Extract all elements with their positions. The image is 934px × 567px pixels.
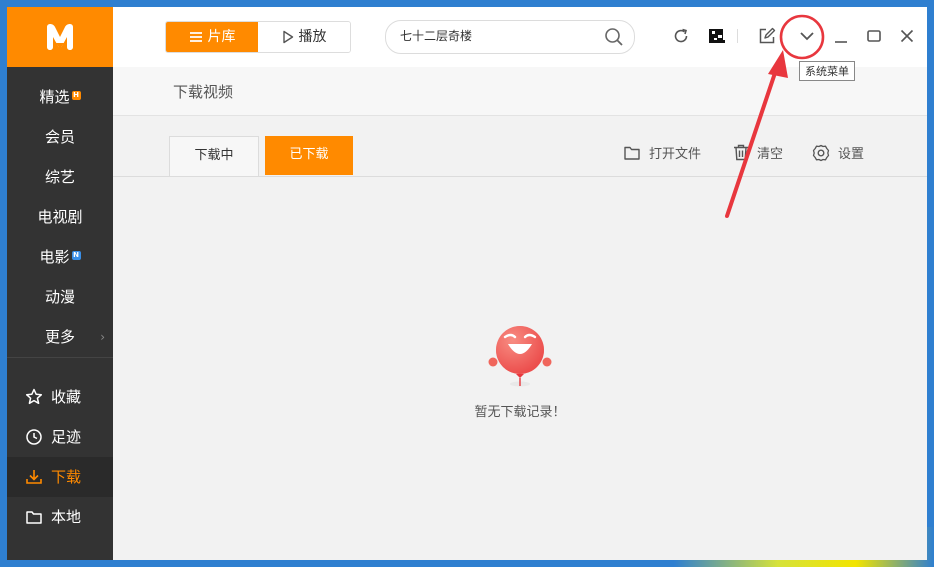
nav-item-tv[interactable]: 电视剧 xyxy=(7,197,113,237)
folder-icon xyxy=(624,146,640,160)
page-title: 下载视频 xyxy=(173,83,234,101)
new-badge: N xyxy=(71,251,81,260)
nav-item-local[interactable]: 本地 xyxy=(7,497,113,537)
avatar-icon[interactable] xyxy=(707,26,727,46)
play-button[interactable]: 播放 xyxy=(258,22,350,52)
trash-icon xyxy=(734,144,748,161)
toolbar-divider xyxy=(737,29,738,43)
open-file-button[interactable]: 打开文件 xyxy=(623,143,701,162)
edit-icon[interactable] xyxy=(758,27,776,45)
nav-item-label: 电影 xyxy=(39,248,70,266)
minimize-icon[interactable] xyxy=(833,27,849,45)
nav-item-label: 精选 xyxy=(39,88,70,106)
search-icon[interactable] xyxy=(604,27,624,47)
nav-item-label: 本地 xyxy=(51,508,82,526)
nav-item-label: 动漫 xyxy=(44,288,75,306)
hot-badge: H xyxy=(71,91,81,100)
nav-item-label: 更多 xyxy=(44,328,75,346)
nav-item-anime[interactable]: 动漫 xyxy=(7,277,113,317)
chevron-right-icon: › xyxy=(100,330,105,344)
app-window: 精选 H 会员 综艺 电视剧 电影 N 动漫 更多 › 收藏 足迹 下载 本地 … xyxy=(7,7,927,560)
play-label: 播放 xyxy=(298,29,327,45)
title-bar: 片库 播放 系统菜单 xyxy=(113,7,927,81)
play-icon xyxy=(282,30,293,44)
download-icon xyxy=(26,470,42,484)
nav-item-vip[interactable]: 会员 xyxy=(7,117,113,157)
nav-item-label: 会员 xyxy=(44,128,75,146)
clear-label: 清空 xyxy=(757,147,784,162)
library-button[interactable]: 片库 xyxy=(166,22,258,52)
nav-item-variety[interactable]: 综艺 xyxy=(7,157,113,197)
empty-mascot-icon xyxy=(488,326,552,387)
download-tabs-bar: 下载中 已下载 打开文件 清空 设置 xyxy=(113,116,927,177)
refresh-icon[interactable] xyxy=(672,27,690,45)
tab-downloaded[interactable]: 已下载 xyxy=(265,136,353,175)
empty-message: 暂无下载记录！ xyxy=(474,405,566,420)
user-nav: 收藏 足迹 下载 本地 xyxy=(7,377,113,537)
chevron-down-icon[interactable] xyxy=(798,29,816,43)
star-icon xyxy=(25,388,43,405)
nav-item-movie[interactable]: 电影 N xyxy=(7,237,113,277)
gear-icon xyxy=(812,144,830,161)
settings-label: 设置 xyxy=(838,147,865,162)
nav-item-featured[interactable]: 精选 H xyxy=(7,77,113,117)
nav-item-history[interactable]: 足迹 xyxy=(7,417,113,457)
mode-switch: 片库 播放 xyxy=(165,21,351,53)
nav-item-more[interactable]: 更多 › xyxy=(7,317,113,357)
close-icon[interactable] xyxy=(899,27,915,45)
search-box xyxy=(385,20,635,54)
library-label: 片库 xyxy=(207,29,236,45)
open-file-label: 打开文件 xyxy=(649,147,702,162)
system-menu-tooltip: 系统菜单 xyxy=(799,61,855,81)
sidebar: 精选 H 会员 综艺 电视剧 电影 N 动漫 更多 › 收藏 足迹 下载 本地 xyxy=(7,7,113,560)
nav-item-downloads[interactable]: 下载 xyxy=(7,457,113,497)
clear-button[interactable]: 清空 xyxy=(733,143,783,162)
clock-icon xyxy=(26,429,42,445)
nav-item-favorites[interactable]: 收藏 xyxy=(7,377,113,417)
app-logo[interactable] xyxy=(7,7,113,67)
maximize-icon[interactable] xyxy=(866,27,882,45)
sidebar-divider xyxy=(7,357,113,358)
nav-item-label: 电视剧 xyxy=(37,208,83,226)
search-input[interactable] xyxy=(398,27,602,43)
folder-icon xyxy=(26,511,42,524)
nav-item-label: 足迹 xyxy=(51,428,82,446)
tab-downloading[interactable]: 下载中 xyxy=(169,136,259,176)
settings-button[interactable]: 设置 xyxy=(812,143,864,162)
nav-item-label: 收藏 xyxy=(51,388,82,406)
nav-item-label: 综艺 xyxy=(44,168,75,186)
category-nav: 精选 H 会员 综艺 电视剧 电影 N 动漫 更多 › xyxy=(7,77,113,357)
menu-icon xyxy=(189,32,202,42)
nav-item-label: 下载 xyxy=(51,468,82,486)
mango-logo-icon xyxy=(47,24,73,50)
